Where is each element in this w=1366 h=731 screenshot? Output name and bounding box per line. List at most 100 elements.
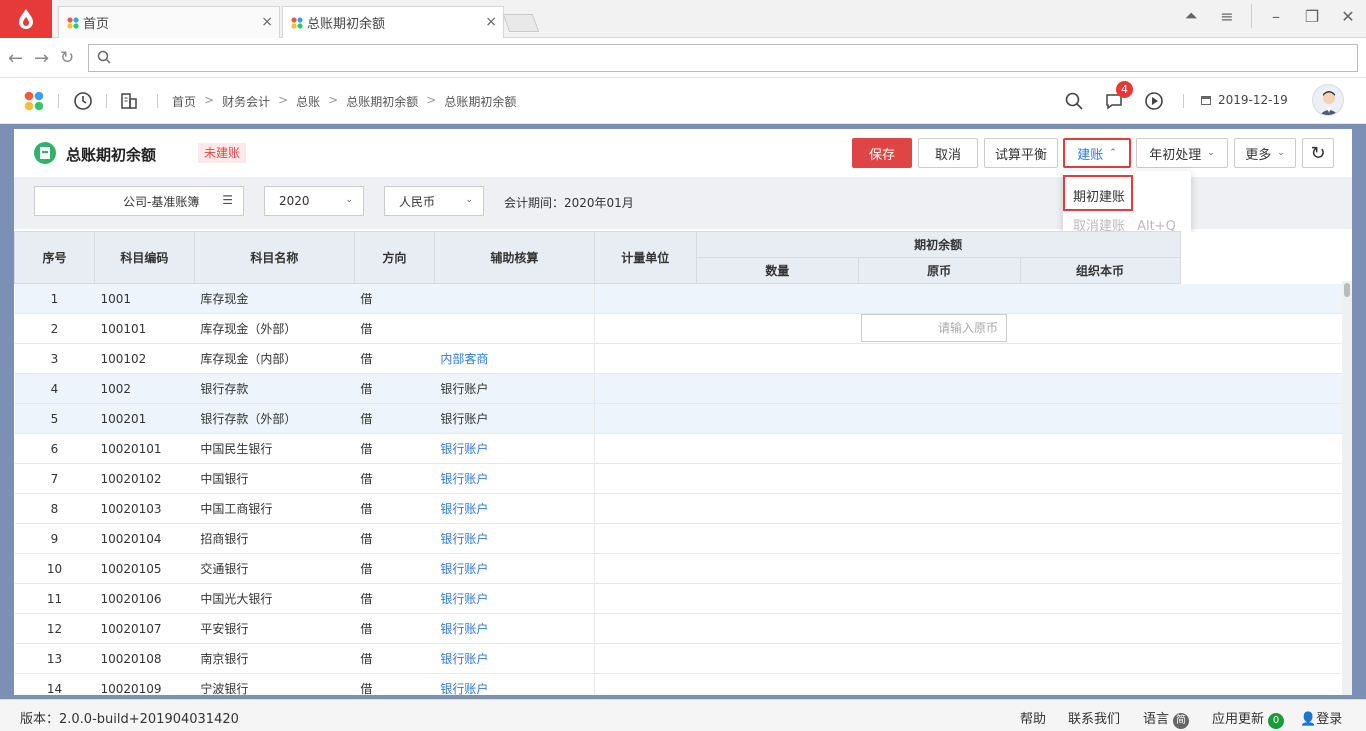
cell-unit[interactable] (593, 613, 697, 644)
save-button[interactable]: 保存 (852, 138, 912, 168)
cell-orig[interactable] (858, 373, 1021, 404)
cell-org[interactable] (1020, 673, 1181, 695)
cell-orig[interactable] (858, 673, 1021, 695)
cell-orig[interactable] (858, 523, 1021, 554)
table-row[interactable]: 12 10020107 平安银行借银行账户 (14, 613, 1352, 644)
tab-home[interactable]: 首页 × (58, 6, 280, 38)
breadcrumb-item[interactable]: 财务会计 (222, 93, 270, 110)
cell-qty[interactable] (696, 673, 859, 695)
table-row[interactable]: 7 10020102 中国银行借银行账户 (14, 463, 1352, 494)
tab-opening-balance[interactable]: 总账期初余额 × (282, 6, 504, 38)
table-row[interactable]: 11 10020106 中国光大银行借银行账户 (14, 583, 1352, 614)
new-tab-button[interactable] (502, 14, 540, 32)
cell-qty[interactable] (696, 373, 859, 404)
cell-qty[interactable] (696, 313, 859, 344)
cell-orig[interactable] (858, 403, 1021, 434)
cancel-button[interactable]: 取消 (918, 138, 978, 168)
cell-qty[interactable] (696, 343, 859, 374)
avatar[interactable] (1312, 84, 1344, 116)
header-direction[interactable]: 方向 (353, 231, 435, 284)
back-icon[interactable]: ← (8, 48, 23, 69)
cell-org[interactable] (1020, 373, 1181, 404)
cell-unit[interactable] (593, 463, 697, 494)
cell-org[interactable] (1020, 403, 1181, 434)
cell-org[interactable] (1020, 493, 1181, 524)
menu-icon[interactable]: ≡ (1209, 7, 1245, 26)
cell-qty[interactable] (696, 493, 859, 524)
cell-aux[interactable]: 银行账户 (434, 583, 595, 614)
cell-org[interactable] (1020, 433, 1181, 464)
cell-qty[interactable] (696, 583, 859, 614)
update-link[interactable]: 应用更新 0 (1212, 708, 1285, 729)
close-window-icon[interactable]: ✕ (1330, 7, 1366, 26)
table-row[interactable]: 13 10020108 南京银行借银行账户 (14, 643, 1352, 674)
restore-icon[interactable]: ❐ (1294, 7, 1330, 26)
cell-unit[interactable] (593, 433, 697, 464)
search-icon[interactable] (1064, 91, 1084, 111)
cell-aux[interactable]: 银行账户 (434, 673, 595, 695)
header-code[interactable]: 科目编码 (93, 231, 195, 284)
cell-org[interactable] (1020, 313, 1181, 344)
login-link[interactable]: 👤登录 (1300, 708, 1342, 727)
cell-aux[interactable]: 银行账户 (434, 523, 595, 554)
cell-orig[interactable] (858, 493, 1021, 524)
vertical-scrollbar[interactable] (1342, 281, 1352, 695)
header-seq[interactable]: 序号 (14, 231, 95, 284)
cell-org[interactable] (1020, 463, 1181, 494)
header-orig[interactable]: 原币 (857, 257, 1021, 284)
cell-orig[interactable] (858, 583, 1021, 614)
header-name[interactable]: 科目名称 (193, 231, 355, 284)
contact-link[interactable]: 联系我们 (1068, 708, 1120, 727)
header-qty[interactable]: 数量 (695, 257, 859, 284)
cell-aux[interactable]: 银行账户 (434, 433, 595, 464)
cell-orig[interactable] (858, 463, 1021, 494)
cell-qty[interactable] (696, 283, 859, 314)
cell-aux[interactable]: 银行账户 (434, 613, 595, 644)
table-row[interactable]: 5 100201 银行存款（外部）借银行账户 (14, 403, 1352, 434)
cell-qty[interactable] (696, 433, 859, 464)
cell-orig[interactable] (858, 613, 1021, 644)
cell-qty[interactable] (696, 643, 859, 674)
cell-qty[interactable] (696, 613, 859, 644)
cell-org[interactable] (1020, 283, 1181, 314)
table-row[interactable]: 1 1001 库存现金借 (14, 283, 1352, 314)
close-icon[interactable]: × (261, 14, 273, 30)
cell-orig[interactable] (858, 343, 1021, 374)
cell-qty[interactable] (696, 523, 859, 554)
header-org[interactable]: 组织本币 (1019, 257, 1181, 284)
building-icon[interactable] (119, 91, 139, 111)
refresh-icon[interactable]: ↻ (60, 48, 74, 68)
table-row[interactable]: 14 10020109 宁波银行借银行账户 (14, 673, 1352, 695)
cell-org[interactable] (1020, 583, 1181, 614)
cell-unit[interactable] (593, 643, 697, 674)
cell-unit[interactable] (593, 523, 697, 554)
breadcrumb-item[interactable]: 总账 (296, 93, 320, 110)
header-aux[interactable]: 辅助核算 (433, 231, 595, 284)
breadcrumb-item[interactable]: 首页 (172, 93, 196, 110)
trial-balance-button[interactable]: 试算平衡 (984, 138, 1058, 168)
close-icon[interactable]: × (485, 14, 497, 30)
cell-orig[interactable] (858, 283, 1021, 314)
minimize-icon[interactable]: – (1258, 7, 1294, 26)
cell-unit[interactable] (593, 283, 697, 314)
build-account-button[interactable]: 建账 ⌃ (1063, 138, 1131, 168)
current-date[interactable]: 2019-12-19 (1218, 93, 1288, 107)
header-unit[interactable]: 计量单位 (593, 231, 697, 284)
currency-select[interactable]: 人民币 ⌄ (384, 186, 484, 216)
forward-icon[interactable]: → (34, 48, 49, 69)
skin-icon[interactable]: ⏶ (1173, 6, 1209, 26)
cell-orig[interactable] (858, 433, 1021, 464)
cell-unit[interactable] (593, 493, 697, 524)
cell-unit[interactable] (593, 313, 697, 344)
cell-unit[interactable] (593, 343, 697, 374)
table-row[interactable]: 6 10020101 中国民生银行借银行账户 (14, 433, 1352, 464)
cell-unit[interactable] (593, 583, 697, 614)
cell-qty[interactable] (696, 463, 859, 494)
cell-unit[interactable] (593, 673, 697, 695)
table-row[interactable]: 3 100102 库存现金（内部）借内部客商 (14, 343, 1352, 374)
cell-aux[interactable]: 银行账户 (434, 553, 595, 584)
year-start-button[interactable]: 年初处理 ⌄ (1136, 138, 1228, 168)
cell-qty[interactable] (696, 553, 859, 584)
cell-aux[interactable]: 银行账户 (434, 493, 595, 524)
table-row[interactable]: 10 10020105 交通银行借银行账户 (14, 553, 1352, 584)
